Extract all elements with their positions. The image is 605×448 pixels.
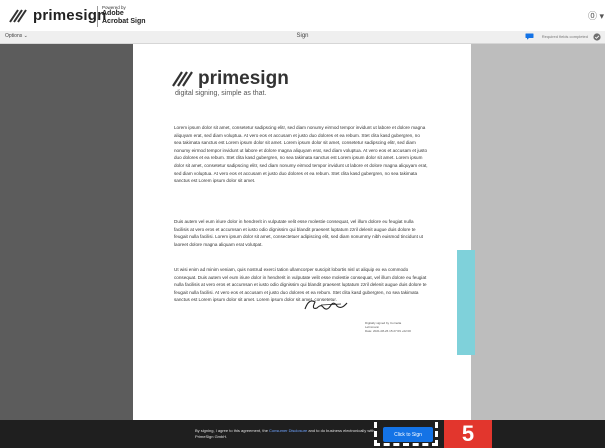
viewer-gutter-right	[471, 44, 605, 420]
partner-name-line2: Acrobat Sign	[102, 18, 146, 25]
header-divider	[97, 6, 98, 27]
document-logo-text: primesign	[198, 68, 289, 89]
comment-icon[interactable]	[525, 33, 534, 40]
primesign-logo-icon	[9, 9, 27, 23]
brand-name: primesign	[33, 7, 107, 24]
sign-footer: By signing, I agree to this agreement, t…	[0, 420, 605, 448]
viewer-gutter-left	[0, 44, 133, 420]
toolbar-title: Sign	[296, 33, 309, 39]
document-paragraph: Lorem ipsum dolor sit amet, consetetur s…	[174, 125, 428, 184]
document-page: primesign digital signing, simple as tha…	[133, 44, 471, 420]
consumer-disclosure-link[interactable]: Consumer Disclosure	[269, 428, 307, 433]
help-circle-icon[interactable]: ⓪ ▾	[588, 9, 604, 22]
page-side-tab	[457, 250, 475, 355]
document-tagline: digital signing, simple as that.	[175, 90, 267, 97]
signature-detail-line: Date: 2021-08-26 15:27:09 +02:00	[365, 329, 411, 333]
app-header: primesign Powered by Adobe Acrobat Sign …	[0, 0, 605, 32]
required-fields-status: Required fields completed	[541, 34, 588, 39]
consent-text-before: By signing, I agree to this agreement, t…	[195, 428, 270, 433]
check-circle-icon	[593, 33, 601, 41]
step-number-badge: 5	[444, 420, 492, 448]
consent-text: By signing, I agree to this agreement, t…	[195, 428, 375, 440]
signature-details: Digitally signed by Cornelia Lehnmann Da…	[365, 321, 435, 333]
primesign-logo-icon	[172, 71, 193, 87]
document-toolbar: Options ⌄ Sign Required fields completed	[0, 31, 605, 44]
document-paragraph: Duis autem vel eum iriure dolor in hendr…	[174, 219, 423, 247]
highlight-target-box	[374, 413, 438, 446]
partner-name-line1: Adobe	[102, 10, 124, 17]
handwritten-signature	[304, 300, 348, 310]
